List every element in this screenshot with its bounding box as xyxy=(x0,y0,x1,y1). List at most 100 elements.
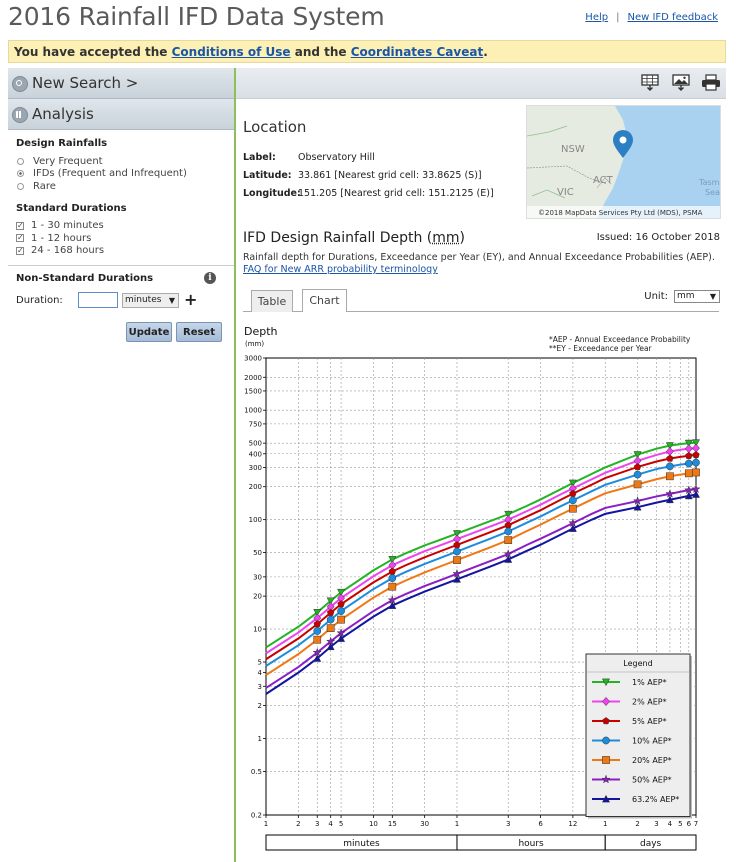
point-marker xyxy=(326,624,335,632)
longitude-key: Longitude: xyxy=(243,188,301,199)
y-tick-label: 200 xyxy=(249,483,262,491)
x-tick-label: 10 xyxy=(369,820,378,828)
new-search-button[interactable]: New Search > xyxy=(8,68,234,99)
x-tick-label: 1 xyxy=(603,820,607,828)
checkbox[interactable]: ✓ xyxy=(16,234,24,243)
radio-very-frequent[interactable]: Very Frequent xyxy=(16,155,226,168)
sidebar: New Search > Analysis Design Rainfalls V… xyxy=(8,68,236,862)
duration-input[interactable] xyxy=(78,292,118,308)
radio-label: IFDs (Frequent and Infrequent) xyxy=(33,168,187,180)
map-label-vic: VIC xyxy=(557,187,574,198)
tab-chart[interactable]: Chart xyxy=(302,289,347,312)
point-marker xyxy=(453,547,461,556)
legend-label: 50% AEP* xyxy=(632,776,672,785)
analysis-label: Analysis xyxy=(32,105,94,123)
description-text: Rainfall depth for Durations, Exceedance… xyxy=(243,252,715,263)
y-tick-label: 2000 xyxy=(244,374,262,382)
point-marker xyxy=(313,627,322,635)
y-axis-label: Depth xyxy=(244,325,278,338)
unit-control: Unit: mm xyxy=(644,290,720,303)
y-tick-label: 0.2 xyxy=(251,812,262,820)
map-label-act: ACT xyxy=(593,175,614,186)
analysis-header[interactable]: Analysis xyxy=(8,99,234,130)
unit-select[interactable]: mm xyxy=(674,290,720,303)
map-label-tasman: Tasm xyxy=(698,178,720,187)
checkbox-1-30-minutes[interactable]: ✓ 1 - 30 minutes xyxy=(16,220,226,233)
banner-prefix: You have accepted the xyxy=(14,45,172,59)
point-marker xyxy=(666,472,674,481)
non-standard-heading-row: Non-Standard Durations i xyxy=(16,272,226,284)
radio-button[interactable] xyxy=(17,182,24,190)
faq-link[interactable]: FAQ for New ARR probability terminology xyxy=(243,264,438,275)
new-search-label: New Search > xyxy=(32,74,139,92)
point-marker xyxy=(337,607,345,615)
conditions-of-use-link[interactable]: Conditions of Use xyxy=(172,45,291,59)
point-marker xyxy=(326,615,335,624)
checkbox[interactable]: ✓ xyxy=(16,246,24,255)
point-marker xyxy=(388,582,397,591)
x-tick-label: 2 xyxy=(296,820,300,828)
radio-rare[interactable]: Rare xyxy=(16,180,226,193)
point-marker xyxy=(692,458,700,467)
checkbox-24-168-hours[interactable]: ✓ 24 - 168 hours xyxy=(16,245,226,258)
duration-unit-select[interactable]: minutes xyxy=(122,292,179,308)
checkbox-label: 1 - 12 hours xyxy=(31,232,92,244)
legend-label: 1% AEP* xyxy=(632,678,667,687)
point-marker xyxy=(602,756,610,764)
x-tick-label: 30 xyxy=(420,820,429,828)
spreadsheet-download-icon[interactable] xyxy=(641,74,659,91)
chart-note-aep: *AEP - Annual Exceedance Probability xyxy=(549,335,691,344)
y-tick-label: 10 xyxy=(253,626,262,634)
search-icon xyxy=(12,76,28,92)
checkbox-1-12-hours[interactable]: ✓ 1 - 12 hours xyxy=(16,232,226,245)
x-tick-label: 1 xyxy=(264,820,268,828)
coordinates-caveat-link[interactable]: Coordinates Caveat xyxy=(351,45,483,59)
x-tick-label: 15 xyxy=(388,820,397,828)
radio-label: Rare xyxy=(33,180,56,192)
feedback-link[interactable]: New IFD feedback xyxy=(627,12,718,23)
reset-button[interactable]: Reset xyxy=(176,322,222,342)
y-tick-label: 0.5 xyxy=(251,768,262,776)
divider xyxy=(8,265,234,266)
ifd-title: IFD Design Rainfall Depth (mm) xyxy=(243,230,465,246)
checkbox-label: 1 - 30 minutes xyxy=(31,220,104,232)
location-map[interactable]: NSW VIC ACT Tasm Sea ©2018 MapData Servi… xyxy=(526,105,721,219)
standard-durations-heading: Standard Durations xyxy=(16,202,127,214)
map-graphic: NSW VIC ACT Tasm Sea ©2018 MapData Servi… xyxy=(527,106,720,218)
help-link[interactable]: Help xyxy=(585,12,608,23)
tab-table[interactable]: Table xyxy=(251,290,293,312)
ifd-description: Rainfall depth for Durations, Exceedance… xyxy=(243,252,721,276)
x-group-label: minutes xyxy=(343,839,380,849)
point-marker xyxy=(388,574,397,582)
radio-ifds[interactable]: IFDs (Frequent and Infrequent) xyxy=(16,168,226,181)
add-duration-icon[interactable]: + xyxy=(184,292,197,308)
action-buttons: Update Reset xyxy=(16,322,226,342)
issued-date: Issued: 16 October 2018 xyxy=(596,232,720,243)
image-download-icon[interactable] xyxy=(672,74,690,91)
x-tick-label: 3 xyxy=(506,820,510,828)
radio-button[interactable] xyxy=(17,170,24,178)
point-marker xyxy=(692,468,700,477)
x-tick-label: 3 xyxy=(654,820,658,828)
update-button[interactable]: Update xyxy=(126,322,172,342)
x-tick-label: 5 xyxy=(678,820,682,828)
point-marker xyxy=(684,469,693,478)
x-tick-label: 5 xyxy=(339,820,343,828)
legend-label: 2% AEP* xyxy=(632,698,667,707)
print-icon[interactable] xyxy=(701,74,721,91)
checkbox[interactable]: ✓ xyxy=(16,221,24,230)
y-tick-label: 1 xyxy=(258,735,262,743)
x-group-label: days xyxy=(640,839,662,849)
info-icon[interactable]: i xyxy=(204,272,216,284)
x-tick-label: 6 xyxy=(687,820,692,828)
banner-middle: and the xyxy=(290,45,351,59)
legend-label: 10% AEP* xyxy=(632,737,672,746)
point-marker xyxy=(633,470,642,479)
map-attribution: ©2018 MapData Services Pty Ltd (MDS), PS… xyxy=(538,209,703,217)
x-tick-label: 3 xyxy=(315,820,319,828)
location-details: Label: Observatory Hill Latitude: 33.861 [… xyxy=(243,149,494,203)
point-marker xyxy=(504,536,513,544)
design-rainfalls-heading: Design Rainfalls xyxy=(16,138,108,149)
radio-button[interactable] xyxy=(17,157,24,165)
ifd-title-suffix: ) xyxy=(459,230,466,246)
